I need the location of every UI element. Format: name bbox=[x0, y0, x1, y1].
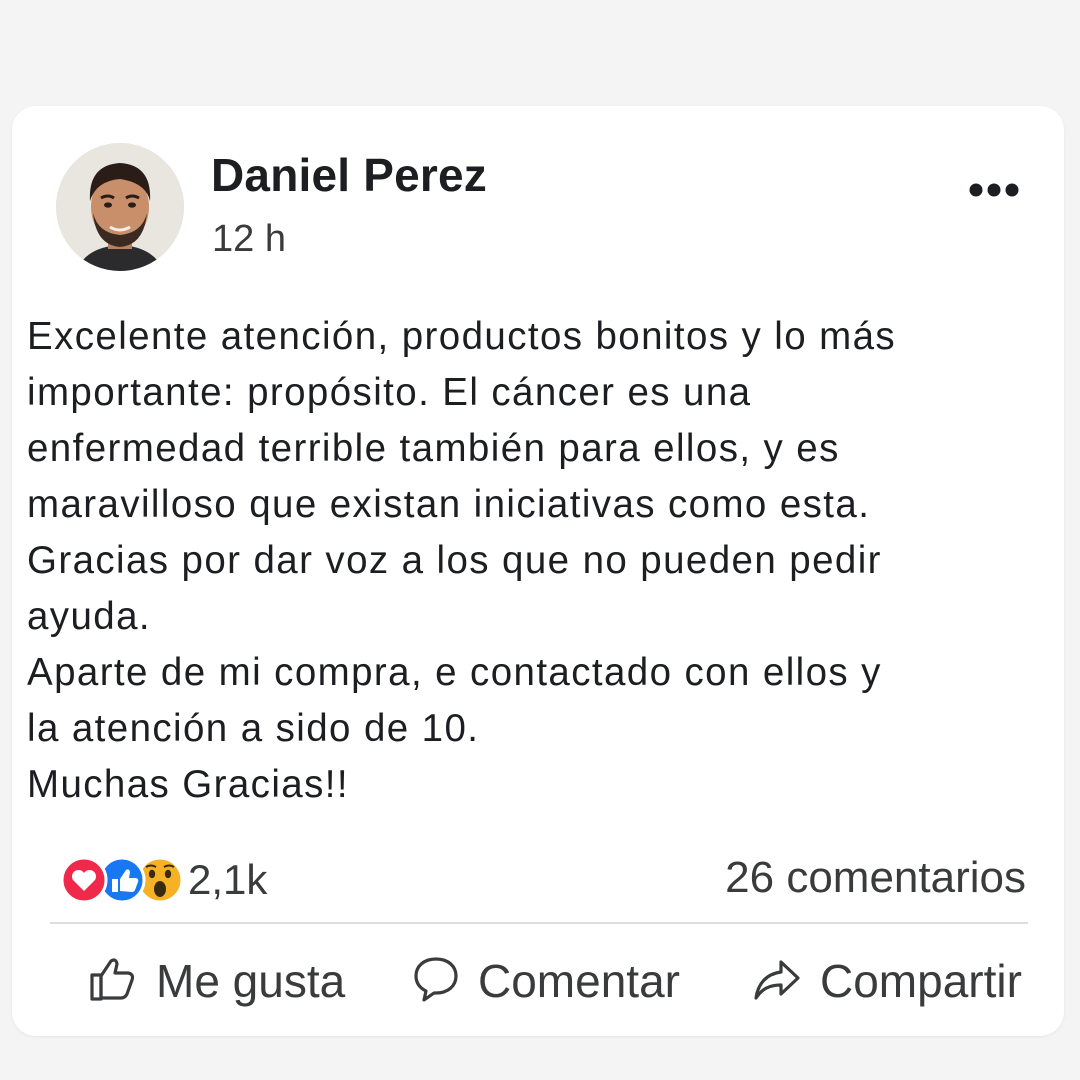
post-body-line: maravilloso que existan iniciativas como… bbox=[27, 483, 871, 526]
comment-button[interactable]: Comentar bbox=[412, 946, 680, 1016]
post-body-line: Excelente atención, productos bonitos y … bbox=[27, 315, 897, 358]
like-button[interactable]: Me gusta bbox=[88, 946, 345, 1016]
comments-count[interactable]: 26 comentarios bbox=[725, 853, 1026, 903]
more-options-icon[interactable] bbox=[967, 176, 1023, 204]
post-timestamp[interactable]: 12 h bbox=[212, 218, 286, 261]
post-body-line: ayuda. bbox=[27, 595, 151, 638]
post-body-line: la atención a sido de 10. bbox=[27, 707, 480, 750]
post-body: Excelente atención, productos bonitos y … bbox=[27, 309, 1037, 813]
like-label: Me gusta bbox=[156, 955, 346, 1007]
love-reaction-icon bbox=[60, 856, 108, 904]
comment-bubble-icon bbox=[412, 954, 460, 1009]
post-body-line: Gracias por dar voz a los que no pueden … bbox=[27, 539, 882, 582]
post-body-line: Muchas Gracias!! bbox=[27, 763, 349, 806]
post-body-line: importante: propósito. El cáncer es una bbox=[27, 371, 752, 414]
reactions-count: 2,1k bbox=[188, 856, 268, 903]
share-button[interactable]: Compartir bbox=[752, 946, 1022, 1016]
comment-label: Comentar bbox=[478, 955, 680, 1007]
reactions-summary[interactable]: 2,1k bbox=[50, 854, 267, 906]
post-body-line: Aparte de mi compra, e contactado con el… bbox=[27, 651, 882, 694]
thumbs-up-icon bbox=[88, 954, 138, 1009]
author-avatar[interactable] bbox=[56, 143, 184, 271]
author-name[interactable]: Daniel Perez bbox=[211, 148, 487, 202]
share-label: Compartir bbox=[820, 955, 1022, 1007]
actions-divider bbox=[50, 922, 1028, 924]
profile-photo bbox=[56, 143, 184, 271]
post-card: Daniel Perez 12 h Excelente atención, pr… bbox=[12, 106, 1064, 1036]
reaction-icons bbox=[50, 854, 190, 906]
post-body-line: enfermedad terrible también para ellos, … bbox=[27, 427, 840, 470]
post-actions: Me gusta Comentar Compartir bbox=[12, 946, 1064, 1016]
share-arrow-icon bbox=[752, 954, 802, 1009]
